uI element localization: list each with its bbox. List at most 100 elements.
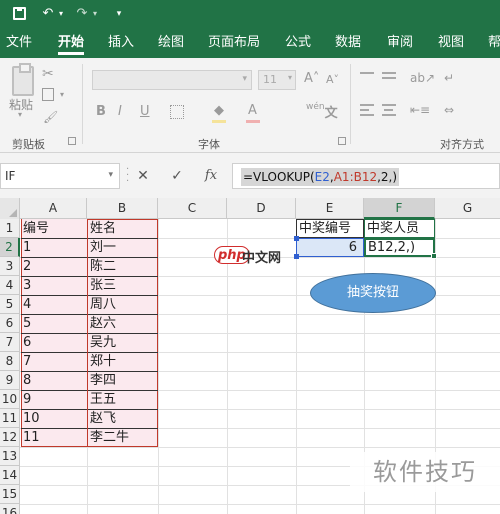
- cell-a12[interactable]: 11: [21, 428, 87, 447]
- cell-a2[interactable]: 1: [21, 238, 87, 257]
- row-header[interactable]: 12: [0, 428, 20, 447]
- tab-insert[interactable]: 插入: [108, 28, 134, 58]
- paste-dropdown-icon[interactable]: ▾: [18, 110, 22, 119]
- select-all-button[interactable]: [0, 198, 20, 219]
- font-name-select[interactable]: ▾: [92, 70, 252, 90]
- row-header[interactable]: 5: [0, 295, 20, 314]
- cell-b3[interactable]: 陈二: [88, 257, 158, 276]
- cell-e2[interactable]: 6: [297, 238, 361, 257]
- font-color-icon[interactable]: A: [248, 103, 257, 118]
- tab-draw[interactable]: 绘图: [158, 28, 184, 58]
- row-header[interactable]: 16: [0, 504, 20, 514]
- tab-review[interactable]: 审阅: [387, 28, 413, 58]
- cut-icon[interactable]: ✂: [42, 66, 54, 82]
- customize-qat-icon[interactable]: ▾: [112, 4, 126, 24]
- formula-input[interactable]: =VLOOKUP(E2,A1:B12,2,): [232, 163, 500, 189]
- column-header-e[interactable]: E: [296, 198, 364, 219]
- cell-f1[interactable]: 中奖人员: [365, 219, 434, 238]
- cell-a6[interactable]: 5: [21, 314, 87, 333]
- cell-b11[interactable]: 赵飞: [88, 409, 158, 428]
- row-header[interactable]: 14: [0, 466, 20, 485]
- increase-font-size-icon[interactable]: A˄: [304, 71, 319, 86]
- cell-b8[interactable]: 郑十: [88, 352, 158, 371]
- cell-a4[interactable]: 3: [21, 276, 87, 295]
- tab-help[interactable]: 帮: [488, 28, 500, 58]
- fill-color-icon[interactable]: ◆: [214, 103, 224, 118]
- row-header[interactable]: 1: [0, 219, 20, 238]
- cell-b7[interactable]: 吴九: [88, 333, 158, 352]
- row-header[interactable]: 3: [0, 257, 20, 276]
- undo-icon[interactable]: ↶: [40, 4, 56, 24]
- align-middle-icon[interactable]: [382, 72, 396, 84]
- format-painter-icon[interactable]: 🖌: [43, 110, 58, 124]
- redo-icon[interactable]: ↷: [74, 4, 90, 24]
- redo-dropdown-icon[interactable]: ▾: [90, 4, 100, 24]
- copy-dropdown-icon[interactable]: ▾: [60, 90, 64, 99]
- undo-dropdown-icon[interactable]: ▾: [56, 4, 66, 24]
- cell-a11[interactable]: 10: [21, 409, 87, 428]
- wrap-text-icon[interactable]: ↵: [444, 71, 454, 85]
- tab-page-layout[interactable]: 页面布局: [208, 28, 260, 58]
- cell-b2[interactable]: 刘一: [88, 238, 158, 257]
- column-header-b[interactable]: B: [87, 198, 158, 219]
- row-header[interactable]: 13: [0, 447, 20, 466]
- cell-a7[interactable]: 6: [21, 333, 87, 352]
- row-header[interactable]: 11: [0, 409, 20, 428]
- paste-icon[interactable]: [12, 63, 34, 96]
- cell-a5[interactable]: 4: [21, 295, 87, 314]
- row-header[interactable]: 15: [0, 485, 20, 504]
- font-size-select[interactable]: 11 ▾: [258, 70, 296, 90]
- cell-e1[interactable]: 中奖编号: [297, 219, 363, 238]
- align-left-icon[interactable]: [360, 104, 374, 119]
- tab-formulas[interactable]: 公式: [285, 28, 311, 58]
- merge-cells-icon[interactable]: ⇔: [444, 103, 454, 117]
- cell-b1[interactable]: 姓名: [88, 219, 158, 238]
- cell-b6[interactable]: 赵六: [88, 314, 158, 333]
- tab-file[interactable]: 文件: [6, 28, 32, 58]
- decrease-font-size-icon[interactable]: A˅: [326, 73, 339, 86]
- bold-button[interactable]: B: [96, 104, 106, 119]
- borders-icon[interactable]: [170, 105, 184, 119]
- italic-button[interactable]: I: [118, 104, 122, 119]
- row-header[interactable]: 4: [0, 276, 20, 295]
- tab-home[interactable]: 开始: [58, 28, 85, 58]
- column-header-d[interactable]: D: [227, 198, 296, 219]
- insert-function-button[interactable]: fx: [200, 165, 222, 187]
- name-box[interactable]: IF ▾: [0, 163, 120, 189]
- cell-a9[interactable]: 8: [21, 371, 87, 390]
- row-header[interactable]: 2: [0, 238, 20, 257]
- cell-b12[interactable]: 李二牛: [88, 428, 158, 447]
- cell-b9[interactable]: 李四: [88, 371, 158, 390]
- cell-a8[interactable]: 7: [21, 352, 87, 371]
- enter-button[interactable]: ✓: [166, 165, 188, 187]
- save-icon[interactable]: [10, 4, 28, 24]
- row-header[interactable]: 10: [0, 390, 20, 409]
- cell-a1[interactable]: 编号: [21, 219, 87, 238]
- cancel-button[interactable]: ✕: [132, 165, 154, 187]
- column-header-g[interactable]: G: [435, 198, 500, 219]
- cell-a10[interactable]: 9: [21, 390, 87, 409]
- row-header[interactable]: 6: [0, 314, 20, 333]
- cell-b10[interactable]: 王五: [88, 390, 158, 409]
- cell-a3[interactable]: 2: [21, 257, 87, 276]
- cell-b5[interactable]: 周八: [88, 295, 158, 314]
- orientation-icon[interactable]: ab↗: [410, 71, 435, 85]
- column-header-f[interactable]: F: [364, 198, 435, 219]
- indent-icon[interactable]: ⇤≡: [410, 103, 430, 117]
- tab-view[interactable]: 视图: [438, 28, 464, 58]
- cell-f2[interactable]: B12,2,): [366, 238, 434, 257]
- row-header[interactable]: 7: [0, 333, 20, 352]
- align-center-icon[interactable]: [382, 104, 396, 119]
- column-header-c[interactable]: C: [158, 198, 227, 219]
- row-header[interactable]: 9: [0, 371, 20, 390]
- underline-button[interactable]: U: [140, 104, 150, 119]
- row-header[interactable]: 8: [0, 352, 20, 371]
- align-top-icon[interactable]: [360, 72, 374, 84]
- clipboard-launcher-icon[interactable]: [68, 137, 76, 145]
- phonetic-guide-icon[interactable]: wén文: [306, 102, 338, 121]
- copy-icon[interactable]: [42, 88, 54, 101]
- column-header-a[interactable]: A: [20, 198, 87, 219]
- cell-b4[interactable]: 张三: [88, 276, 158, 295]
- tab-data[interactable]: 数据: [335, 28, 361, 58]
- font-launcher-icon[interactable]: [338, 137, 346, 145]
